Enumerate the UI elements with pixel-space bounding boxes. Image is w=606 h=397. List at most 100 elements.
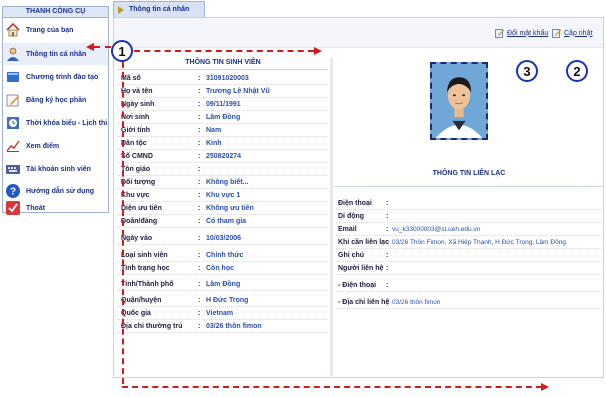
field-label: Tôn giáo	[121, 166, 151, 173]
field-value: H Đức Trọng	[206, 297, 249, 304]
field-colon: :	[198, 88, 201, 95]
annotation-marker-2: 2	[566, 60, 588, 82]
field-colon: :	[386, 200, 389, 207]
sidebar-item-label: Hướng dẫn sử dụng	[26, 187, 94, 195]
field-label: Địa chỉ thường trú	[121, 323, 183, 330]
field-value: Không biết...	[206, 179, 249, 186]
field-colon: :	[198, 75, 201, 82]
contact-label: Người liên hệ	[338, 265, 384, 272]
tab-personal-info[interactable]: Thông tin cá nhân	[113, 1, 205, 17]
field-label: Diện ưu tiên	[121, 205, 162, 212]
field-value: Còn học	[206, 265, 234, 272]
field-value: Có tham gia	[206, 218, 247, 225]
field-colon: :	[198, 218, 201, 225]
change-password-label: Đổi mật khẩu	[507, 29, 549, 37]
field-row: Tỉnh/Thành phố: Lâm Đồng	[118, 279, 328, 291]
annotation-arrow	[134, 50, 314, 52]
field-row: Giới tính: Nam	[118, 125, 328, 137]
tab-label: Thông tin cá nhân	[129, 6, 190, 13]
person-icon	[4, 45, 22, 63]
field-colon: :	[386, 282, 389, 289]
sidebar-item-label: Trang của bạn	[26, 26, 74, 34]
student-photo	[430, 62, 488, 140]
sidebar-item-label: Thoát	[26, 204, 46, 212]
field-colon: :	[198, 140, 201, 147]
sidebar-item-label: Xem điểm	[26, 142, 60, 150]
field-value: Chính thức	[206, 252, 244, 259]
field-value: 10/03/2006	[206, 235, 242, 242]
home-icon	[4, 21, 22, 39]
contact-row: Điện thoại:	[336, 198, 602, 210]
field-row: Loại sinh viên: Chính thức	[118, 250, 328, 262]
book-icon	[4, 68, 22, 86]
chart-icon	[4, 137, 22, 155]
field-row: Dân tộc: Kinh	[118, 138, 328, 150]
sidebar-item-training-program[interactable]: Chương trình đào tạo	[3, 66, 108, 88]
field-value: Lâm Đồng	[206, 114, 241, 121]
field-value: Nam	[206, 127, 222, 134]
field-colon: :	[198, 297, 201, 304]
update-link[interactable]: Cập nhật	[552, 28, 592, 38]
field-row: Đối tượng: Không biết...	[118, 177, 328, 189]
sidebar-item-label: Đăng ký học phần	[26, 96, 87, 104]
contact-label: Email	[338, 226, 357, 233]
field-row: Tình trạng học: Còn học	[118, 263, 328, 275]
sidebar: THANH CÔNG CỤ Trang của bạn Thông tin cá…	[2, 6, 109, 215]
sidebar-item-timetable[interactable]: Thời khóa biểu - Lịch thi	[3, 112, 108, 134]
clock-icon	[4, 114, 22, 132]
field-value: Kinh	[206, 140, 222, 147]
sidebar-title: THANH CÔNG CỤ	[3, 7, 108, 18]
field-label: Đoàn/đảng	[121, 218, 158, 225]
toolbar: Đổi mật khẩu Cập nhật	[114, 18, 603, 48]
sidebar-item-student-account[interactable]: Tài khoản sinh viên	[3, 158, 108, 180]
field-label: Nơi sinh	[121, 114, 150, 121]
field-label: Quận/huyện	[121, 297, 162, 304]
field-label: Mã số	[121, 75, 141, 82]
contact-row: Người liên hệ:	[336, 263, 602, 275]
field-colon: :	[198, 310, 201, 317]
field-label: Tình trạng học	[121, 265, 170, 272]
annotation-marker-3: 3	[516, 60, 538, 82]
student-info-panel: THÔNG TIN SINH VIÊN Mã số:31091020003 Họ…	[118, 56, 328, 378]
tab-bar: Thông tin cá nhân	[113, 1, 604, 18]
field-label: Dân tộc	[121, 140, 147, 147]
contact-value: 03/26 thôn fimon	[392, 299, 441, 306]
contact-row: Khi cần liên lạc:03/26 Thôn Fimon, Xã Hi…	[336, 237, 602, 249]
change-password-link[interactable]: Đổi mật khẩu	[495, 28, 548, 38]
sidebar-item-grades[interactable]: Xem điểm	[3, 135, 108, 157]
field-row: Quận/huyện: H Đức Trọng	[118, 295, 328, 307]
field-value: Khu vực 1	[206, 192, 241, 199]
contact-divider	[334, 186, 602, 187]
field-label: Khu vực	[121, 192, 150, 199]
field-colon: :	[198, 281, 201, 288]
annotation-arrow	[122, 386, 542, 388]
annotation-arrow	[94, 46, 111, 48]
field-row: Họ và tên: Trương Lê Nhật Vũ	[118, 86, 328, 98]
field-row: Tôn giáo:	[118, 164, 328, 176]
field-row: Diện ưu tiên: Không ưu tiên	[118, 203, 328, 215]
pen-icon	[4, 91, 22, 109]
field-row: Ngày vào:10/03/2006	[118, 233, 328, 245]
contact-row: Email: vu_k33000003@st.ueh.edu.vn	[336, 224, 602, 236]
edit-icon	[495, 29, 505, 38]
sidebar-item-home[interactable]: Trang của bạn	[3, 19, 108, 41]
field-row: Nơi sinh: Lâm Đồng	[118, 112, 328, 124]
sidebar-item-course-registration[interactable]: Đăng ký học phần	[3, 89, 108, 111]
annotation-arrowhead	[314, 47, 322, 55]
contact-label: Khi cần liên lạc	[338, 239, 389, 246]
svg-text:?: ?	[10, 187, 16, 198]
sidebar-item-logout[interactable]: Thoát	[3, 197, 108, 219]
field-colon: :	[198, 235, 201, 242]
arrow-right-icon	[118, 5, 124, 14]
field-row: Mã số:31091020003	[118, 73, 328, 85]
field-label: Loại sinh viên	[121, 252, 168, 259]
update-label: Cập nhật	[564, 29, 593, 37]
contact-row: Di động:	[336, 211, 602, 223]
annotation-arrowhead	[541, 383, 549, 391]
field-value: 31091020003	[206, 75, 249, 82]
contact-label: Di động	[338, 213, 365, 220]
contact-value: 03/26 Thôn Fimon, Xã Hiệp Thạnh, H Đức T…	[392, 239, 566, 246]
field-colon: :	[198, 166, 201, 173]
field-label: Ngày vào	[121, 235, 153, 242]
column-divider	[330, 58, 333, 376]
